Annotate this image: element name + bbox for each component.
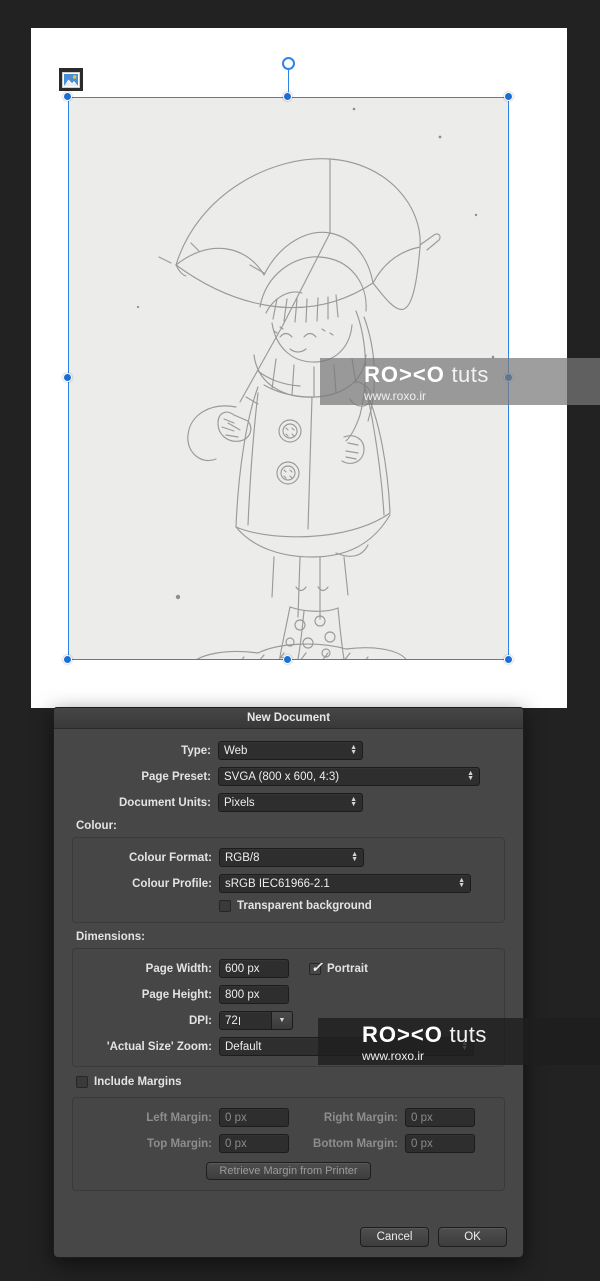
row-type: Type: Web ▲ ▼: [72, 741, 505, 760]
handle-top-left[interactable]: [62, 91, 72, 101]
page-width-input[interactable]: 600 px: [219, 959, 289, 978]
portrait-checkbox[interactable]: ✓ Portrait: [309, 958, 368, 975]
dialog-title: New Document: [246, 712, 331, 724]
row-document-units: Document Units: Pixels ▲ ▼: [72, 793, 505, 812]
handle-top-center[interactable]: [283, 91, 292, 101]
bottom-margin-input[interactable]: 0 px: [405, 1134, 475, 1153]
stepper-arrows-icon: ▲ ▼: [467, 769, 474, 782]
section-label-dimensions: Dimensions:: [76, 931, 146, 943]
ok-button[interactable]: OK: [438, 1227, 507, 1247]
label-type: Type:: [181, 744, 211, 757]
checkbox-box-icon: [76, 1076, 88, 1088]
label-right-margin: Right Margin:: [323, 1111, 398, 1124]
label-bottom-margin: Bottom Margin:: [313, 1137, 398, 1150]
label-dpi: DPI:: [189, 1014, 212, 1027]
label-left-margin: Left Margin:: [146, 1111, 212, 1124]
app-window: RO><O tuts www.roxo.ir New Document Type…: [0, 0, 600, 1281]
label-page-height: Page Height:: [141, 988, 212, 1001]
include-margins-label: Include Margins: [94, 1076, 182, 1088]
portrait-label: Portrait: [327, 962, 368, 975]
stepper-arrows-icon: ▲ ▼: [350, 795, 357, 808]
rotation-handle[interactable]: [282, 57, 295, 70]
dimensions-group: Page Width: 600 px ✓ Portrait Page Heigh…: [72, 948, 505, 1067]
label-actual-size-zoom: 'Actual Size' Zoom:: [106, 1040, 212, 1053]
checkbox-checked-icon: ✓: [309, 958, 323, 975]
row-actual-size-zoom: 'Actual Size' Zoom: Default ▲ ▼: [73, 1037, 504, 1056]
type-value: Web: [224, 744, 248, 757]
stepper-arrows-icon: ▲ ▼: [351, 850, 358, 863]
document-units-value: Pixels: [224, 796, 255, 809]
colour-format-select[interactable]: RGB/8 ▲ ▼: [219, 848, 364, 867]
handle-top-right[interactable]: [503, 91, 513, 101]
label-page-preset: Page Preset:: [141, 770, 211, 783]
checkbox-box-icon: [219, 900, 231, 912]
check-mark-icon: ✓: [311, 958, 323, 975]
right-margin-value: 0 px: [411, 1111, 433, 1124]
row-page-preset: Page Preset: SVGA (800 x 600, 4:3) ▲ ▼: [72, 767, 505, 786]
label-top-margin: Top Margin:: [147, 1137, 212, 1150]
handle-bottom-right[interactable]: [503, 654, 513, 664]
colour-group: Colour Format: RGB/8 ▲ ▼ Colour Profile: …: [72, 837, 505, 923]
new-document-dialog: New Document Type: Web ▲ ▼ Page Preset: S…: [53, 707, 524, 1258]
include-margins-checkbox[interactable]: Include Margins: [76, 1076, 182, 1088]
handle-middle-left[interactable]: [62, 373, 72, 382]
left-margin-input[interactable]: 0 px: [219, 1108, 289, 1127]
chevron-down-icon[interactable]: ▼: [271, 1011, 293, 1030]
dpi-value: 72: [225, 1014, 240, 1027]
handle-middle-right[interactable]: [503, 373, 513, 382]
margins-group: Left Margin: 0 px Right Margin: 0 px Top…: [72, 1097, 505, 1191]
colour-profile-select[interactable]: sRGB IEC61966-2.1 ▲ ▼: [219, 874, 471, 893]
label-page-width: Page Width:: [145, 962, 212, 975]
top-margin-value: 0 px: [225, 1137, 247, 1150]
row-transparent-background: Transparent background: [73, 900, 504, 912]
row-left-right-margin: Left Margin: 0 px Right Margin: 0 px: [73, 1108, 504, 1127]
image-selection[interactable]: [62, 57, 513, 664]
document-units-select[interactable]: Pixels ▲ ▼: [218, 793, 363, 812]
right-margin-input[interactable]: 0 px: [405, 1108, 475, 1127]
label-colour-profile: Colour Profile:: [132, 877, 212, 890]
transparent-background-checkbox[interactable]: Transparent background: [219, 900, 372, 912]
row-colour-format: Colour Format: RGB/8 ▲ ▼: [73, 848, 504, 867]
colour-format-value: RGB/8: [225, 851, 260, 864]
label-document-units: Document Units:: [119, 796, 211, 809]
retrieve-margin-from-printer-button[interactable]: Retrieve Margin from Printer: [206, 1162, 371, 1180]
page-width-value: 600 px: [225, 962, 260, 975]
bottom-margin-value: 0 px: [411, 1137, 433, 1150]
page-preset-value: SVGA (800 x 600, 4:3): [224, 770, 340, 783]
actual-size-zoom-select[interactable]: Default ▲ ▼: [219, 1037, 474, 1056]
section-label-colour: Colour:: [76, 820, 117, 832]
left-margin-value: 0 px: [225, 1111, 247, 1124]
top-margin-input[interactable]: 0 px: [219, 1134, 289, 1153]
sketch-artwork: [68, 97, 509, 660]
stepper-arrows-icon: ▲ ▼: [350, 743, 357, 756]
dpi-combo[interactable]: 72 ▼: [219, 1011, 293, 1030]
row-dpi: DPI: 72 ▼: [73, 1011, 504, 1030]
dialog-titlebar[interactable]: New Document: [54, 708, 523, 729]
stepper-arrows-icon: ▲ ▼: [461, 1039, 468, 1052]
page-preset-select[interactable]: SVGA (800 x 600, 4:3) ▲ ▼: [218, 767, 480, 786]
type-select[interactable]: Web ▲ ▼: [218, 741, 363, 760]
actual-size-zoom-value: Default: [225, 1040, 262, 1053]
row-colour-profile: Colour Profile: sRGB IEC61966-2.1 ▲ ▼: [73, 874, 504, 893]
page-height-input[interactable]: 800 px: [219, 985, 289, 1004]
row-page-height: Page Height: 800 px: [73, 985, 504, 1004]
label-colour-format: Colour Format:: [128, 851, 212, 864]
colour-profile-value: sRGB IEC61966-2.1: [225, 877, 330, 890]
dialog-footer: Cancel OK: [360, 1227, 507, 1247]
row-top-bottom-margin: Top Margin: 0 px Bottom Margin: 0 px: [73, 1134, 504, 1153]
handle-bottom-left[interactable]: [62, 654, 72, 664]
transparent-background-label: Transparent background: [237, 900, 372, 912]
cancel-button[interactable]: Cancel: [360, 1227, 429, 1247]
stepper-arrows-icon: ▲ ▼: [458, 876, 465, 889]
page-height-value: 800 px: [225, 988, 260, 1001]
image-thumbnail-icon[interactable]: [59, 68, 83, 91]
handle-bottom-center[interactable]: [283, 654, 292, 664]
row-page-width: Page Width: 600 px ✓ Portrait: [73, 959, 504, 978]
